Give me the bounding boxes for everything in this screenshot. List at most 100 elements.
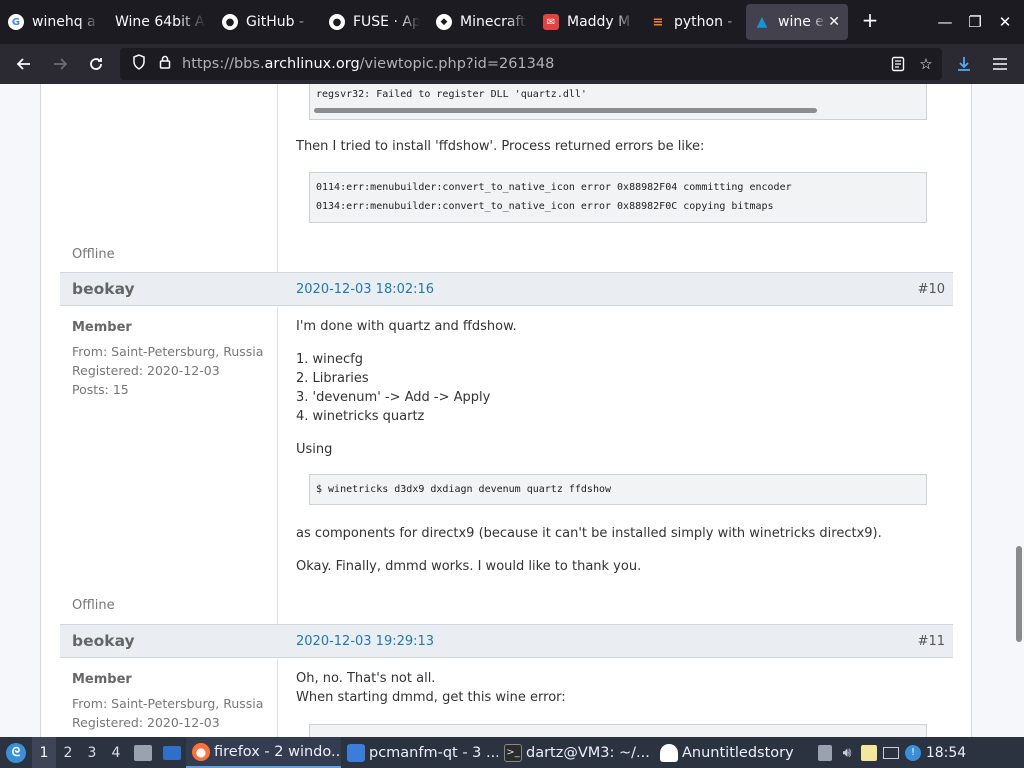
folder-icon <box>347 743 365 762</box>
taskbar: ᘓ 1 2 3 4 ● firefox - 2 windo... pcmanfm… <box>0 737 1024 768</box>
code-block: 0114:err:menubuilder:convert_to_native_i… <box>309 172 927 223</box>
user-registered: Registered: 2020-12-03 <box>72 363 220 378</box>
archlinux-icon: ▲ <box>756 14 768 30</box>
tab-minecraft[interactable]: ◆ Minecraft <box>428 4 535 40</box>
navigation-toolbar: https://bbs.archlinux.org/viewtopic.php?… <box>0 44 1024 84</box>
forward-arrow-icon <box>54 58 68 70</box>
google-icon: G <box>8 14 24 30</box>
reload-icon <box>90 58 102 70</box>
github-icon: ● <box>222 14 238 30</box>
post-text: Okay. Finally, dmmd works. I would like … <box>296 559 642 574</box>
task-label: dartz@VM3: ~/... <box>526 744 650 761</box>
start-menu-button[interactable]: ᘓ <box>0 737 32 768</box>
clock[interactable]: 18:54 <box>924 737 968 768</box>
list-item: 1. winecfg <box>296 352 363 367</box>
reload-button[interactable] <box>78 48 114 80</box>
tab-title: Maddy M <box>567 14 631 30</box>
list-item: 4. winetricks quartz <box>296 409 425 424</box>
tab-winehq[interactable]: G winehq a <box>0 4 107 40</box>
task-label: firefox - 2 windo... <box>214 743 341 760</box>
tab-github[interactable]: ● GitHub - <box>214 4 321 40</box>
forum-thread: regsvr32: Failed to register DLL 'quartz… <box>40 84 972 737</box>
url-text[interactable]: https://bbs.archlinux.org/viewtopic.php?… <box>182 56 554 72</box>
post-author[interactable]: beokay <box>72 632 135 650</box>
workspace-1[interactable]: 1 <box>32 737 56 768</box>
restore-icon[interactable]: ❐ <box>960 0 990 44</box>
page-vertical-scrollbar[interactable] <box>1016 546 1022 642</box>
tab-python[interactable]: ≡ python - <box>642 4 749 40</box>
drawer-icon <box>134 744 152 761</box>
post-author-column <box>60 84 278 272</box>
task-untitledstory[interactable]: Anuntitledstory <box>654 737 812 768</box>
workspace-2[interactable]: 2 <box>56 737 80 768</box>
post-10: beokay 2020-12-03 18:02:16 #10 Member Fr… <box>60 272 953 624</box>
minimize-icon[interactable]: — <box>930 0 960 44</box>
user-location: From: Saint-Petersburg, Russia <box>72 344 264 359</box>
task-label: pcmanfm-qt - 3 ... <box>369 744 498 761</box>
tab-title: Wine 64bit A <box>115 14 205 30</box>
page-content: regsvr32: Failed to register DLL 'quartz… <box>0 84 1024 737</box>
tray-volume[interactable]: 🔊︎ <box>836 737 858 768</box>
post-text: Then I tried to install 'ffdshow'. Proce… <box>296 139 705 154</box>
post-text: When starting dmmd, get this wine error: <box>296 690 566 705</box>
tab-title: GitHub - <box>246 14 305 30</box>
workspace-4[interactable]: 4 <box>104 737 128 768</box>
tab-wine-error[interactable]: ▲ wine er ✕ <box>746 4 848 40</box>
code-horizontal-scrollbar[interactable] <box>314 108 817 113</box>
clipboard-icon <box>818 744 832 761</box>
close-tab-icon[interactable]: ✕ <box>828 14 840 30</box>
user-status: Offline <box>72 598 115 613</box>
firefox-icon: ● <box>192 742 210 761</box>
back-button[interactable] <box>6 48 42 80</box>
maddy-icon: ✉ <box>543 14 559 30</box>
tray-notes[interactable] <box>858 737 880 768</box>
post-11: beokay 2020-12-03 19:29:13 #11 Member Fr… <box>60 624 953 737</box>
file-manager-launcher[interactable] <box>128 737 158 768</box>
lock-icon[interactable] <box>152 55 178 73</box>
task-firefox[interactable]: ● firefox - 2 windo... <box>186 737 341 768</box>
workspace-3[interactable]: 3 <box>80 737 104 768</box>
new-tab-button[interactable]: + <box>850 8 890 32</box>
app-menu-button[interactable] <box>982 48 1018 80</box>
post-text: Oh, no. That's not all. <box>296 671 436 686</box>
post-author[interactable]: beokay <box>72 280 135 298</box>
code-line: regsvr32: Failed to register DLL 'quartz… <box>316 89 587 100</box>
stackoverflow-icon: ≡ <box>652 14 664 30</box>
tray-updates[interactable]: ! <box>902 737 924 768</box>
post-text: as components for directx9 (because it c… <box>296 526 882 541</box>
tab-strip: G winehq a Wine 64bit A ● GitHub - ● FUS… <box>0 0 1024 44</box>
downloads-button[interactable] <box>946 48 982 80</box>
forward-button[interactable] <box>42 48 78 80</box>
tab-title: winehq a <box>32 14 96 30</box>
volume-icon: 🔊︎ <box>842 744 852 761</box>
download-icon <box>958 57 970 71</box>
post-permalink-date[interactable]: 2020-12-03 18:02:16 <box>296 282 434 297</box>
reader-view-icon[interactable] <box>884 48 912 80</box>
post-text: I'm done with quartz and ffdshow. <box>296 319 517 334</box>
post-number: #10 <box>917 282 945 297</box>
note-icon <box>861 744 877 761</box>
tab-maddy[interactable]: ✉ Maddy M <box>535 4 642 40</box>
list-item: 2. Libraries <box>296 371 369 386</box>
post-text: Using <box>296 442 333 457</box>
tab-wine-64bit[interactable]: Wine 64bit A <box>107 4 214 40</box>
task-pcmanfm[interactable]: pcmanfm-qt - 3 ... <box>341 737 498 768</box>
show-desktop-button[interactable] <box>158 737 186 768</box>
user-role: Member <box>72 320 132 335</box>
hamburger-menu-icon <box>993 58 1007 70</box>
github-icon: ● <box>329 14 345 30</box>
tray-network[interactable] <box>880 737 902 768</box>
update-notification-icon: ! <box>905 744 921 761</box>
task-terminal[interactable]: >_ dartz@VM3: ~/... <box>498 737 654 768</box>
code-block: regsvr32: Failed to register DLL 'quartz… <box>309 84 927 120</box>
bookmark-star-icon[interactable]: ☆ <box>912 48 940 80</box>
terminal-icon: >_ <box>504 743 522 762</box>
post-permalink-date[interactable]: 2020-12-03 19:29:13 <box>296 634 434 649</box>
close-window-icon[interactable]: ✕ <box>990 0 1020 44</box>
tray-clipboard[interactable] <box>814 737 836 768</box>
tab-fuse[interactable]: ● FUSE · Ap <box>321 4 428 40</box>
address-bar[interactable]: https://bbs.archlinux.org/viewtopic.php?… <box>120 48 942 80</box>
post-steps-list: 1. winecfg 2. Libraries 3. 'devenum' -> … <box>296 350 490 426</box>
tracking-shield-icon[interactable] <box>126 54 152 74</box>
post-number: #11 <box>917 634 945 649</box>
